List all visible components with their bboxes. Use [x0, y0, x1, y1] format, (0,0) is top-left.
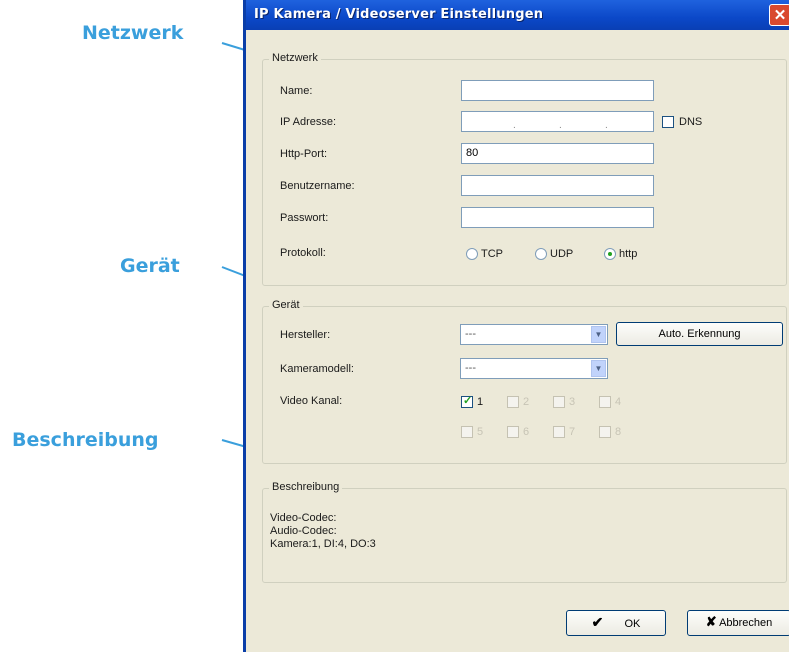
ip-separator: . [513, 120, 516, 131]
video-channel-number: 1 [477, 396, 484, 408]
ip-separator: . [559, 120, 562, 131]
ok-label: OK [624, 618, 641, 630]
protocol-option-label: TCP [481, 248, 503, 260]
geraet-legend: Gerät [269, 299, 303, 311]
video-channel-checkbox [461, 426, 473, 438]
settings-dialog: IP Kamera / Videoserver Einstellungen ✕ … [243, 0, 789, 652]
ip-input[interactable] [461, 111, 654, 132]
beschreibung-callout: Beschreibung [12, 429, 159, 451]
checkmark-icon: ✓ [463, 395, 473, 407]
geraet-callout: Gerät [120, 255, 180, 277]
dns-label: DNS [679, 116, 703, 128]
title-bar[interactable]: IP Kamera / Videoserver Einstellungen ✕ [246, 0, 789, 30]
cancel-label: Abbrechen [719, 617, 773, 629]
video-channel-number: 5 [477, 426, 484, 438]
netzwerk-callout: Netzwerk [82, 22, 184, 44]
auto-detect-button[interactable]: Auto. Erkennung [616, 322, 783, 346]
radio-selected-dot [608, 252, 612, 256]
model-select[interactable]: --- ▼ [460, 358, 608, 379]
protocol-radio-tcp[interactable] [466, 248, 478, 260]
video-channel-checkbox [599, 396, 611, 408]
name-input[interactable] [461, 80, 654, 101]
password-input[interactable] [461, 207, 654, 228]
name-label: Name: [280, 85, 313, 97]
chevron-down-icon[interactable]: ▼ [591, 360, 606, 377]
netzwerk-legend: Netzwerk [269, 52, 321, 64]
video-channel-number: 8 [615, 426, 622, 438]
close-icon: ✕ [773, 7, 787, 24]
model-value: --- [465, 362, 476, 374]
video-channel-checkbox [599, 426, 611, 438]
beschreibung-legend: Beschreibung [269, 481, 343, 493]
video-channel-checkbox [553, 396, 565, 408]
protocol-label: Protokoll: [280, 247, 326, 259]
dns-checkbox[interactable] [662, 116, 674, 128]
video-channel-checkbox [507, 426, 519, 438]
audio-codec-text: Audio-Codec: [270, 525, 337, 537]
model-label: Kameramodell: [280, 363, 354, 375]
ok-button[interactable]: ✔ OK [566, 610, 666, 636]
video-channel-number: 2 [523, 396, 530, 408]
close-button[interactable]: ✕ [769, 4, 789, 26]
video-channel-number: 4 [615, 396, 622, 408]
username-label: Benutzername: [280, 180, 355, 192]
video-channel-checkbox[interactable]: ✓ [461, 395, 473, 408]
ip-label: IP Adresse: [280, 116, 337, 128]
dialog-title: IP Kamera / Videoserver Einstellungen [254, 7, 544, 22]
video-channel-number: 3 [569, 396, 576, 408]
video-channel-number: 7 [569, 426, 576, 438]
video-channel-label: Video Kanal: [280, 395, 343, 407]
chevron-down-icon[interactable]: ▼ [591, 326, 606, 343]
video-channel-number: 6 [523, 426, 530, 438]
username-input[interactable] [461, 175, 654, 196]
protocol-radio-http[interactable] [604, 248, 616, 260]
ip-separator: . [605, 120, 608, 131]
protocol-option-label: UDP [550, 248, 574, 260]
protocol-option-label: http [619, 248, 638, 260]
cancel-x-icon: ✘ [705, 614, 717, 629]
manufacturer-select[interactable]: --- ▼ [460, 324, 608, 345]
checkmark-icon: ✔ [591, 614, 604, 630]
beschreibung-group: Beschreibung [262, 481, 787, 583]
video-codec-text: Video-Codec: [270, 512, 337, 524]
port-label: Http-Port: [280, 148, 328, 160]
port-input[interactable]: 80 [461, 143, 654, 164]
video-channel-checkbox [507, 396, 519, 408]
password-label: Passwort: [280, 212, 329, 224]
manufacturer-value: --- [465, 328, 476, 340]
manufacturer-label: Hersteller: [280, 329, 331, 341]
protocol-radio-udp[interactable] [535, 248, 547, 260]
cancel-button[interactable]: ✘ Abbrechen [687, 610, 789, 636]
video-channel-checkbox [553, 426, 565, 438]
camera-info-text: Kamera:1, DI:4, DO:3 [270, 538, 376, 550]
